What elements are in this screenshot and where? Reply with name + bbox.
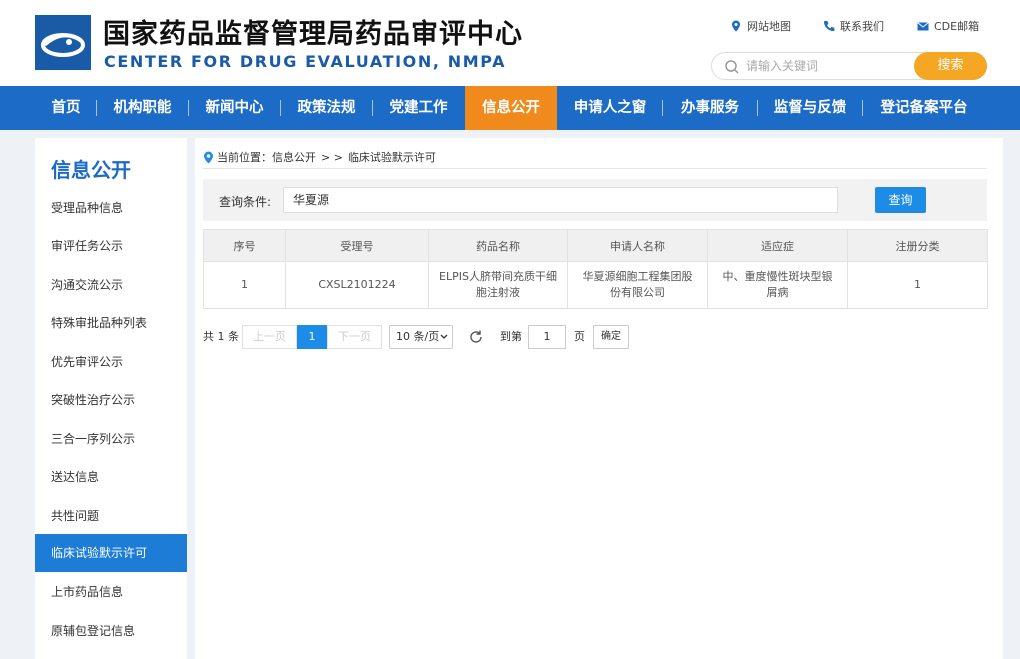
nav-applicant[interactable]: 申请人之窗	[561, 86, 659, 130]
mail-icon	[917, 22, 929, 31]
sidebar-item-review-tasks[interactable]: 审评任务公示	[35, 227, 187, 265]
location-pin-icon	[204, 151, 213, 163]
nav-divider	[862, 100, 863, 116]
header-accept-no: 受理号	[285, 229, 429, 262]
cell-reg-class: 1	[847, 261, 988, 309]
query-button[interactable]: 查询	[875, 187, 926, 213]
sidebar-item-priority-review[interactable]: 优先审评公示	[35, 343, 187, 381]
main-nav: 首页 机构职能 新闻中心 政策法规 党建工作 信息公开 申请人之窗 办事服务 监…	[0, 86, 1020, 130]
sidebar-item-delivery[interactable]: 送达信息	[35, 458, 187, 496]
cell-indication: 中、重度慢性斑块型银屑病	[707, 261, 848, 309]
sidebar-item-common-issues[interactable]: 共性问题	[35, 497, 187, 535]
chevron-down-icon	[440, 334, 448, 339]
cell-seq: 1	[203, 261, 286, 309]
page-unit: 页	[574, 330, 585, 343]
nav-info-public[interactable]: 信息公开	[465, 86, 557, 130]
query-label: 查询条件:	[219, 195, 272, 209]
nav-services[interactable]: 办事服务	[666, 86, 754, 130]
next-page-button[interactable]: 下一页	[327, 325, 382, 349]
site-map-label: 网站地图	[747, 20, 791, 33]
breadcrumb-separator: > >	[321, 150, 343, 164]
search-button[interactable]: 搜索	[914, 52, 987, 80]
sidebar-item-communication[interactable]: 沟通交流公示	[35, 266, 187, 304]
map-pin-icon	[732, 20, 740, 32]
goto-label: 到第	[500, 330, 522, 343]
sidebar-item-clinical-trial[interactable]: 临床试验默示许可	[35, 534, 187, 572]
sidebar-item-three-in-one[interactable]: 三合一序列公示	[35, 420, 187, 458]
page-1-button[interactable]: 1	[297, 325, 327, 349]
cell-drug-name: ELPIS人脐带间充质干细胞注射液	[428, 261, 568, 309]
breadcrumb-prefix: 当前位置：	[217, 151, 272, 164]
sidebar-item-marketed-drugs[interactable]: 上市药品信息	[35, 573, 187, 611]
phone-icon	[824, 21, 835, 31]
cde-mail-label: CDE邮箱	[934, 20, 980, 33]
nav-divider	[757, 100, 758, 116]
nav-home[interactable]: 首页	[38, 86, 94, 130]
cell-accept-no[interactable]: CXSL2101224	[285, 261, 429, 309]
site-map-link[interactable]: 网站地图	[730, 18, 791, 34]
breadcrumb: 当前位置： 信息公开 > > 临床试验默示许可	[203, 149, 436, 165]
header-indication: 适应症	[707, 229, 848, 262]
page-size-select[interactable]: 10 条/页	[389, 325, 453, 349]
sidebar: 信息公开 受理品种信息 审评任务公示 沟通交流公示 特殊审批品种列表 优先审评公…	[35, 138, 187, 659]
contact-label: 联系我们	[840, 20, 884, 33]
goto-page-input[interactable]: 1	[528, 325, 566, 349]
sidebar-item-api-registration[interactable]: 原辅包登记信息	[35, 612, 187, 650]
sidebar-title: 信息公开	[51, 158, 131, 182]
nav-divider	[662, 100, 663, 116]
header-applicant: 申请人名称	[567, 229, 708, 262]
breadcrumb-section[interactable]: 信息公开	[272, 149, 316, 165]
sidebar-item-breakthrough[interactable]: 突破性治疗公示	[35, 381, 187, 419]
search-icon	[725, 60, 739, 74]
nav-institution[interactable]: 机构职能	[100, 86, 185, 130]
total-count: 共 1 条	[203, 330, 239, 343]
sidebar-item-accepted-varieties[interactable]: 受理品种信息	[35, 189, 187, 227]
results-table: 序号 受理号 药品名称 申请人名称 适应症 注册分类 1 CXSL2101224…	[203, 229, 988, 309]
main-content: 当前位置： 信息公开 > > 临床试验默示许可 查询条件: 华夏源 查询 序号 …	[195, 138, 1003, 659]
cde-mail-link[interactable]: CDE邮箱	[917, 18, 979, 34]
sidebar-item-special-approval[interactable]: 特殊审批品种列表	[35, 304, 187, 342]
header-seq: 序号	[203, 229, 286, 262]
site-search: 搜索	[711, 52, 987, 80]
query-input[interactable]: 华夏源	[283, 187, 838, 213]
table-header-row: 序号 受理号 药品名称 申请人名称 适应症 注册分类	[203, 229, 988, 262]
prev-page-button[interactable]: 上一页	[242, 325, 297, 349]
site-title-cn: 国家药品监督管理局药品审评中心	[103, 19, 523, 50]
header-drug-name: 药品名称	[428, 229, 568, 262]
goto-confirm-button[interactable]: 确定	[593, 325, 629, 349]
search-input[interactable]	[746, 57, 906, 75]
site-logo[interactable]	[35, 15, 91, 70]
nav-divider	[188, 100, 189, 116]
site-title-en: CENTER FOR DRUG EVALUATION, NMPA	[104, 52, 507, 71]
nav-news[interactable]: 新闻中心	[192, 86, 277, 130]
nav-registration[interactable]: 登记备案平台	[866, 86, 982, 130]
nav-divider	[96, 100, 97, 116]
site-header: 国家药品监督管理局药品审评中心 CENTER FOR DRUG EVALUATI…	[0, 0, 1020, 86]
query-panel: 查询条件: 华夏源 查询	[203, 179, 987, 221]
table-row: 1 CXSL2101224 ELPIS人脐带间充质干细胞注射液 华夏源细胞工程集…	[203, 261, 988, 309]
header-reg-class: 注册分类	[847, 229, 988, 262]
breadcrumb-divider	[203, 168, 987, 169]
contact-link[interactable]: 联系我们	[823, 18, 884, 34]
refresh-icon[interactable]	[468, 329, 484, 345]
nav-policy[interactable]: 政策法规	[284, 86, 369, 130]
breadcrumb-current: 临床试验默示许可	[347, 151, 436, 164]
nav-divider	[280, 100, 281, 116]
page-size-value: 10 条/页	[396, 330, 440, 343]
nav-supervision[interactable]: 监督与反馈	[761, 86, 859, 130]
nav-party[interactable]: 党建工作	[376, 86, 461, 130]
nav-divider	[372, 100, 373, 116]
cell-applicant: 华夏源细胞工程集团股份有限公司	[567, 261, 708, 309]
